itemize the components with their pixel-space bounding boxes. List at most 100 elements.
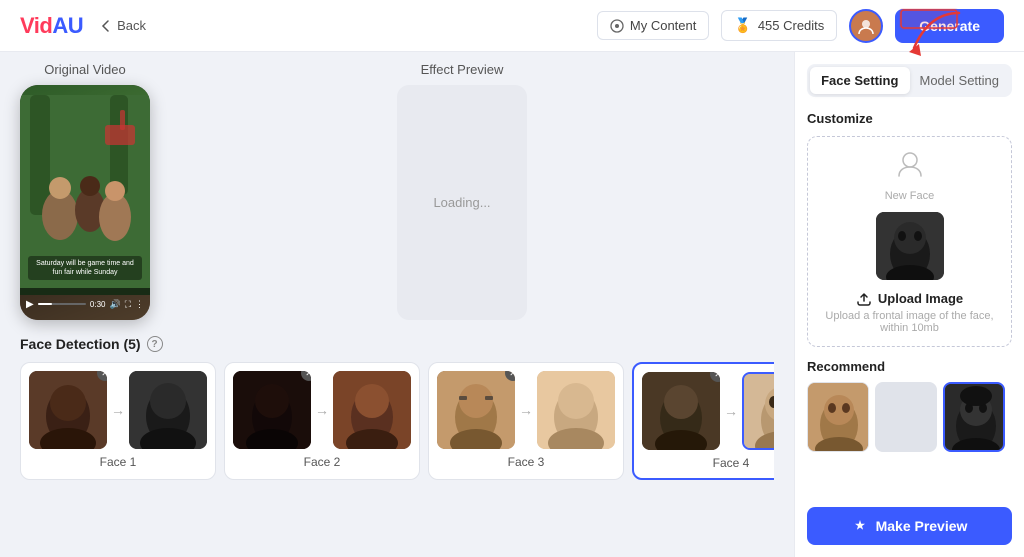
face-4-from-img xyxy=(642,372,720,450)
face-card-4[interactable]: ✕ → xyxy=(632,362,774,480)
tab-face-setting-label: Face Setting xyxy=(821,73,898,88)
make-preview-button[interactable]: Make Preview xyxy=(807,507,1012,545)
upload-icon xyxy=(856,290,872,306)
my-content-label: My Content xyxy=(630,18,696,33)
phone-video: Saturday will be game time and fun fair … xyxy=(20,85,150,320)
my-content-icon xyxy=(610,19,624,33)
selected-face-preview xyxy=(876,212,944,280)
face-2-images: ✕ → xyxy=(233,371,411,449)
new-face-icon xyxy=(895,149,925,179)
progress-bar[interactable] xyxy=(38,303,86,305)
avatar-icon xyxy=(856,16,876,36)
main-layout: Original Video xyxy=(0,52,1024,557)
generate-label: Generate xyxy=(919,18,980,34)
credits-button[interactable]: 🏅 455 Credits xyxy=(721,10,837,41)
avatar[interactable] xyxy=(849,9,883,43)
fullscreen-icon[interactable]: ⛶ xyxy=(125,299,131,310)
back-icon xyxy=(99,19,113,33)
my-content-button[interactable]: My Content xyxy=(597,11,709,40)
face-4-arrow: → xyxy=(724,403,738,419)
effect-preview-box: Loading... xyxy=(397,85,527,320)
face-3-from: ✕ xyxy=(437,371,515,449)
loading-text: Loading... xyxy=(433,195,490,210)
face-1-from: ✕ xyxy=(29,371,107,449)
selected-face-img xyxy=(876,212,944,280)
back-label: Back xyxy=(117,18,146,33)
face-card-1[interactable]: ✕ → Face 1 xyxy=(20,362,216,480)
face-1-label: Face 1 xyxy=(29,455,207,469)
face-2-from-img xyxy=(233,371,311,449)
face-4-from: ✕ xyxy=(642,372,720,450)
face-3-to xyxy=(537,371,615,449)
video-overlay-text: Saturday will be game time and fun fair … xyxy=(28,256,142,280)
face-3-images: ✕ → xyxy=(437,371,615,449)
face-2-to xyxy=(333,371,411,449)
tab-model-setting[interactable]: Model Setting xyxy=(910,67,1010,94)
video-control-icons: 🔊 ⛶ ⋮ xyxy=(109,299,144,310)
recommend-label: Recommend xyxy=(807,359,1012,374)
face-2-from: ✕ xyxy=(233,371,311,449)
face-detection-section: Face Detection (5) ? ✕ xyxy=(20,336,774,547)
recommend-face-3[interactable] xyxy=(943,382,1005,452)
make-preview-label: Make Preview xyxy=(876,518,968,534)
upload-label: Upload Image xyxy=(878,291,963,306)
face-4-label: Face 4 xyxy=(642,456,774,470)
face-card-3[interactable]: ✕ → Face 3 xyxy=(428,362,624,480)
recommend-face-2-img xyxy=(876,383,937,452)
credits-icon: 🏅 xyxy=(734,17,751,34)
face-2-to-img xyxy=(333,371,411,449)
back-button[interactable]: Back xyxy=(99,18,146,33)
face-1-arrow: → xyxy=(111,402,125,418)
face-3-label: Face 3 xyxy=(437,455,615,469)
face-cards-container: ✕ → Face 1 xyxy=(20,362,774,484)
progress-fill xyxy=(38,303,52,305)
tab-model-setting-label: Model Setting xyxy=(920,73,1000,88)
video-time: 0:30 xyxy=(90,300,106,309)
effect-preview-panel: Effect Preview Loading... xyxy=(397,62,527,320)
recommend-face-3-img xyxy=(945,384,1005,452)
tab-face-setting[interactable]: Face Setting xyxy=(810,67,910,94)
face-1-to xyxy=(129,371,207,449)
face-4-images: ✕ → xyxy=(642,372,774,450)
customize-box: New Face Upload Image xyxy=(807,136,1012,347)
header-right: My Content 🏅 455 Credits Generate xyxy=(597,9,1004,43)
upload-description: Upload a frontal image of the face, with… xyxy=(820,310,999,334)
face-3-arrow: → xyxy=(519,402,533,418)
phone-mockup: Saturday will be game time and fun fair … xyxy=(20,85,150,320)
left-content: Original Video xyxy=(0,52,794,557)
face-1-from-img xyxy=(29,371,107,449)
upload-image-button[interactable]: Upload Image xyxy=(820,290,999,306)
credits-label: 455 Credits xyxy=(758,18,824,33)
logo: VidAU xyxy=(20,13,83,39)
face-1-images: ✕ → xyxy=(29,371,207,449)
video-panels: Original Video xyxy=(20,62,774,320)
play-icon[interactable]: ▶ xyxy=(26,299,34,310)
face-4-to-img xyxy=(744,374,774,450)
face-3-to-img xyxy=(537,371,615,449)
tab-group: Face Setting Model Setting xyxy=(807,64,1012,97)
customize-label: Customize xyxy=(807,111,1012,126)
recommend-grid xyxy=(807,382,1012,452)
recommend-face-1-img xyxy=(808,383,869,452)
face-detection-title: Face Detection (5) ? xyxy=(20,336,774,352)
recommend-face-1[interactable] xyxy=(807,382,869,452)
video-controls[interactable]: ▶ 0:30 🔊 ⛶ ⋮ xyxy=(20,288,150,320)
face-card-2[interactable]: ✕ → Face 2 xyxy=(224,362,420,480)
recommend-face-2[interactable] xyxy=(875,382,937,452)
info-icon[interactable]: ? xyxy=(147,336,163,352)
face-2-arrow: → xyxy=(315,402,329,418)
volume-icon[interactable]: 🔊 xyxy=(109,299,120,310)
right-sidebar: Face Setting Model Setting Customize New… xyxy=(794,52,1024,557)
face-detection-label: Face Detection (5) xyxy=(20,336,141,352)
original-video-title: Original Video xyxy=(44,62,125,77)
more-icon[interactable]: ⋮ xyxy=(135,299,144,310)
face-1-to-img xyxy=(129,371,207,449)
header-left: VidAU Back xyxy=(20,13,146,39)
sparkle-icon xyxy=(852,518,868,534)
new-face-person-icon xyxy=(895,149,925,186)
generate-button[interactable]: Generate xyxy=(895,9,1004,43)
original-video-panel: Original Video xyxy=(20,62,150,320)
face-2-label: Face 2 xyxy=(233,455,411,469)
face-4-to xyxy=(742,372,774,450)
header: VidAU Back My Content 🏅 455 Credits xyxy=(0,0,1024,52)
